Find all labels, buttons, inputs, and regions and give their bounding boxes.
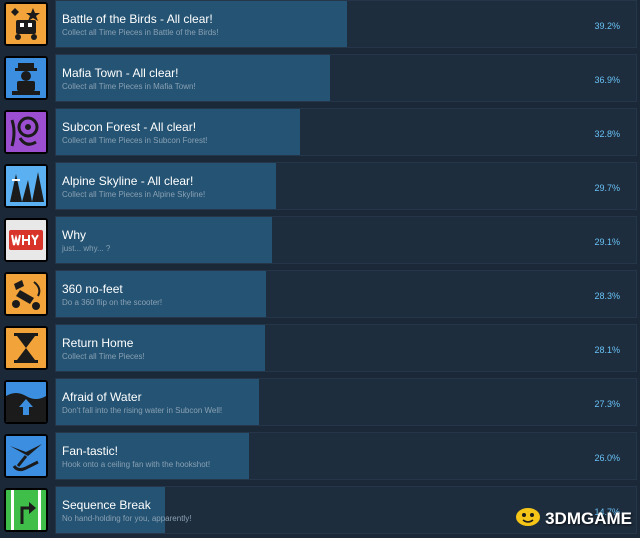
achievement-percent: 26.0% bbox=[594, 453, 620, 463]
turn-arrow-icon bbox=[4, 488, 48, 532]
achievement-description: No hand-holding for you, apparently! bbox=[62, 514, 192, 523]
achievement-row[interactable]: Mafia Town - All clear! Collect all Time… bbox=[0, 54, 640, 104]
achievement-title: Subcon Forest - All clear! bbox=[62, 120, 197, 134]
progress-fill bbox=[56, 217, 273, 263]
achievement-percent: 29.7% bbox=[594, 183, 620, 193]
achievement-description: Hook onto a ceiling fan with the hooksho… bbox=[62, 460, 211, 469]
achievement-title: Return Home bbox=[62, 336, 134, 350]
why-sign-icon bbox=[4, 218, 48, 262]
achievement-panel: Fan-tastic! Hook onto a ceiling fan with… bbox=[55, 432, 637, 480]
achievement-description: Collect all Time Pieces in Alpine Skylin… bbox=[62, 190, 206, 199]
achievement-percent: 36.9% bbox=[594, 75, 620, 85]
achievement-title: Afraid of Water bbox=[62, 390, 142, 404]
achievement-percent: 28.3% bbox=[594, 291, 620, 301]
birds-stage-icon bbox=[4, 2, 48, 46]
achievement-row[interactable]: Return Home Collect all Time Pieces! 28.… bbox=[0, 324, 640, 374]
achievement-description: Collect all Time Pieces! bbox=[62, 352, 145, 361]
achievement-description: Collect all Time Pieces in Subcon Forest… bbox=[62, 136, 208, 145]
achievement-panel: Subcon Forest - All clear! Collect all T… bbox=[55, 108, 637, 156]
achievement-description: just... why... ? bbox=[62, 244, 111, 253]
achievement-percent: 28.1% bbox=[594, 345, 620, 355]
achievement-panel: Return Home Collect all Time Pieces! 28.… bbox=[55, 324, 637, 372]
achievement-title: Alpine Skyline - All clear! bbox=[62, 174, 194, 188]
ceiling-fan-icon bbox=[4, 434, 48, 478]
achievement-percent: 27.3% bbox=[594, 399, 620, 409]
achievement-row[interactable]: Fan-tastic! Hook onto a ceiling fan with… bbox=[0, 432, 640, 482]
3dm-logo-icon bbox=[515, 505, 541, 532]
achievement-row[interactable]: Alpine Skyline - All clear! Collect all … bbox=[0, 162, 640, 212]
achievement-description: Collect all Time Pieces in Battle of the… bbox=[62, 28, 219, 37]
achievement-title: Fan-tastic! bbox=[62, 444, 119, 458]
watermark: 3DMGAME bbox=[515, 505, 632, 532]
scooter-icon bbox=[4, 272, 48, 316]
achievement-panel: 360 no-feet Do a 360 flip on the scooter… bbox=[55, 270, 637, 318]
achievement-panel: Why just... why... ? 29.1% bbox=[55, 216, 637, 264]
achievement-title: Battle of the Birds - All clear! bbox=[62, 12, 213, 26]
mountain-peaks-icon bbox=[4, 164, 48, 208]
achievement-row[interactable]: Afraid of Water Don't fall into the risi… bbox=[0, 378, 640, 428]
achievement-title: 360 no-feet bbox=[62, 282, 123, 296]
achievement-row[interactable]: Subcon Forest - All clear! Collect all T… bbox=[0, 108, 640, 158]
achievement-title: Mafia Town - All clear! bbox=[62, 66, 179, 80]
mafia-boss-icon bbox=[4, 56, 48, 100]
watermark-text: 3DMGAME bbox=[545, 508, 632, 528]
achievement-row[interactable]: Why just... why... ? 29.1% bbox=[0, 216, 640, 266]
achievement-row[interactable]: 360 no-feet Do a 360 flip on the scooter… bbox=[0, 270, 640, 320]
achievement-title: Why bbox=[62, 228, 86, 242]
achievement-percent: 39.2% bbox=[594, 21, 620, 31]
achievement-row[interactable]: Battle of the Birds - All clear! Collect… bbox=[0, 0, 640, 50]
achievement-title: Sequence Break bbox=[62, 498, 151, 512]
achievement-panel: Battle of the Birds - All clear! Collect… bbox=[55, 0, 637, 48]
achievement-description: Don't fall into the rising water in Subc… bbox=[62, 406, 223, 415]
achievement-panel: Mafia Town - All clear! Collect all Time… bbox=[55, 54, 637, 102]
achievement-description: Collect all Time Pieces in Mafia Town! bbox=[62, 82, 196, 91]
achievement-panel: Alpine Skyline - All clear! Collect all … bbox=[55, 162, 637, 210]
hourglass-icon bbox=[4, 326, 48, 370]
achievement-percent: 32.8% bbox=[594, 129, 620, 139]
achievement-description: Do a 360 flip on the scooter! bbox=[62, 298, 163, 307]
achievement-percent: 29.1% bbox=[594, 237, 620, 247]
subcon-spirit-icon bbox=[4, 110, 48, 154]
achievement-panel: Afraid of Water Don't fall into the risi… bbox=[55, 378, 637, 426]
up-arrow-water-icon bbox=[4, 380, 48, 424]
